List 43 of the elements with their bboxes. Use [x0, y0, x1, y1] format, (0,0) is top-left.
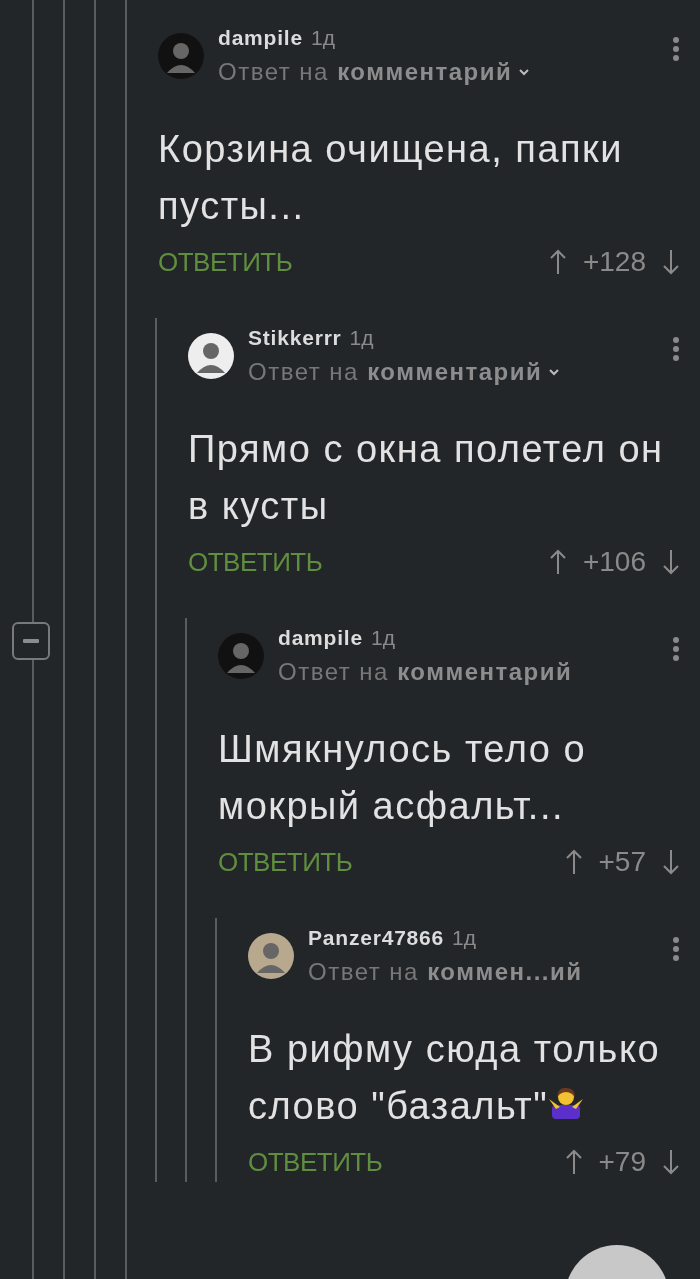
upvote-icon[interactable] [564, 848, 583, 876]
downvote-icon[interactable] [662, 248, 680, 276]
timestamp: 1д [310, 26, 335, 50]
reply-to-link[interactable]: Ответ на комментарий [218, 53, 513, 90]
score: +106 [582, 545, 646, 579]
collapse-button[interactable] [12, 622, 50, 660]
reply-to-link[interactable]: Ответ на комментарий [248, 353, 543, 390]
username[interactable]: dampile [278, 626, 363, 650]
chevron-down-icon[interactable] [518, 66, 531, 77]
username[interactable]: dampile [218, 26, 303, 50]
more-options-icon[interactable] [672, 36, 680, 62]
score: +128 [582, 245, 646, 279]
username[interactable]: Stikkerrr [248, 326, 342, 350]
username[interactable]: Panzer47866 [308, 926, 445, 950]
reply-button[interactable]: ОТВЕТИТЬ [248, 1142, 383, 1182]
upvote-icon[interactable] [548, 548, 567, 576]
reply-button[interactable]: ОТВЕТИТЬ [158, 242, 293, 282]
minus-icon [23, 639, 39, 643]
timestamp: 1д [349, 326, 374, 350]
more-options-icon[interactable] [672, 936, 680, 962]
downvote-icon[interactable] [662, 848, 680, 876]
reply-to-link[interactable]: Ответ на комментарий [278, 653, 573, 690]
downvote-icon[interactable] [662, 1148, 680, 1176]
upvote-icon[interactable] [564, 1148, 583, 1176]
score: +57 [598, 845, 646, 879]
upvote-icon[interactable] [548, 248, 567, 276]
avatar[interactable] [188, 333, 234, 379]
score: +79 [598, 1145, 646, 1179]
timestamp: 1д [452, 926, 476, 950]
comment-text: Прямо с окна полетел он в кусты [188, 427, 665, 529]
reply-button[interactable]: ОТВЕТИТЬ [188, 542, 323, 582]
timestamp: 1д [370, 626, 395, 650]
chevron-down-icon[interactable] [548, 366, 561, 377]
more-options-icon[interactable] [672, 336, 680, 362]
downvote-icon[interactable] [662, 548, 680, 576]
reply-button[interactable]: ОТВЕТИТЬ [218, 842, 353, 882]
shrug-person-icon [548, 1085, 585, 1121]
comment-text: Шмякнулось тело о мокрый асфальт... [218, 727, 588, 829]
avatar[interactable] [248, 933, 294, 979]
reply-to-link[interactable]: Ответ на коммен...ий [308, 953, 583, 990]
comment-text: Корзина очищена, папки пусты... [158, 127, 624, 229]
more-options-icon[interactable] [672, 636, 680, 662]
comment-text: В рифму сюда только слово "базальт" [248, 1027, 662, 1129]
